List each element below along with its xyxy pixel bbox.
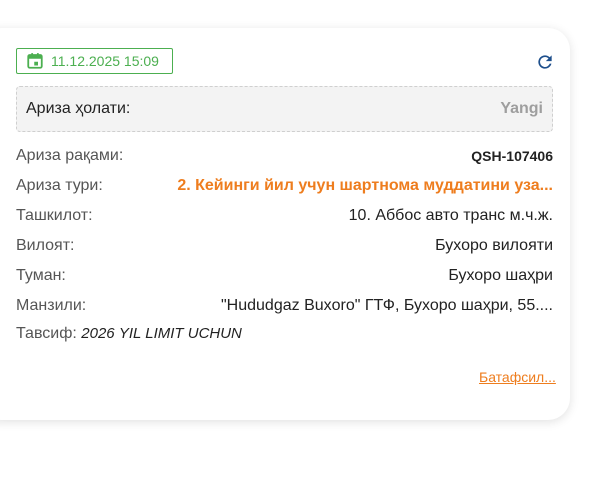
field-label: Туман: — [16, 267, 66, 284]
description-label: Тавсиф: — [16, 325, 77, 342]
description-row: Тавсиф: 2026 YIL LIMIT UCHUN — [16, 325, 242, 343]
calendar-icon — [27, 53, 43, 69]
field-row-district: Туман: Бухоро шаҳри — [16, 265, 553, 287]
details-link[interactable]: Батафсил... — [479, 369, 556, 385]
field-row-number: Ариза рақами: QSH-107406 — [16, 145, 553, 167]
field-row-organization: Ташкилот: 10. Аббос авто транс м.ч.ж. — [16, 205, 553, 227]
status-label: Ариза ҳолати: — [26, 100, 131, 117]
field-row-address: Манзили: "Hududgaz Buxoro" ГТФ, Бухоро ш… — [16, 295, 553, 317]
field-label: Вилоят: — [16, 237, 75, 254]
field-label: Ариза тури: — [16, 177, 103, 194]
refresh-icon[interactable] — [535, 52, 555, 72]
field-row-type: Ариза тури: 2. Кейинги йил учун шартнома… — [16, 175, 553, 197]
field-label: Ташкилот: — [16, 207, 93, 224]
application-type: 2. Кейинги йил учун шартнома муддатини у… — [177, 177, 553, 194]
application-number: QSH-107406 — [471, 148, 553, 164]
region-value: Бухоро вилояти — [435, 237, 553, 254]
field-label: Ариза рақами: — [16, 147, 124, 164]
field-row-region: Вилоят: Бухоро вилояти — [16, 235, 553, 257]
date-badge: 11.12.2025 15:09 — [16, 48, 173, 74]
field-label: Манзили: — [16, 297, 87, 314]
address-value: "Hududgaz Buxoro" ГТФ, Бухоро шаҳри, 55.… — [221, 297, 553, 314]
date-text: 11.12.2025 15:09 — [51, 53, 159, 69]
organization-value: 10. Аббос авто транс м.ч.ж. — [348, 207, 553, 224]
status-value: Yangi — [500, 100, 543, 117]
description-value: 2026 YIL LIMIT UCHUN — [81, 325, 242, 342]
status-box: Ариза ҳолати: Yangi — [16, 86, 553, 132]
district-value: Бухоро шаҳри — [448, 267, 553, 284]
